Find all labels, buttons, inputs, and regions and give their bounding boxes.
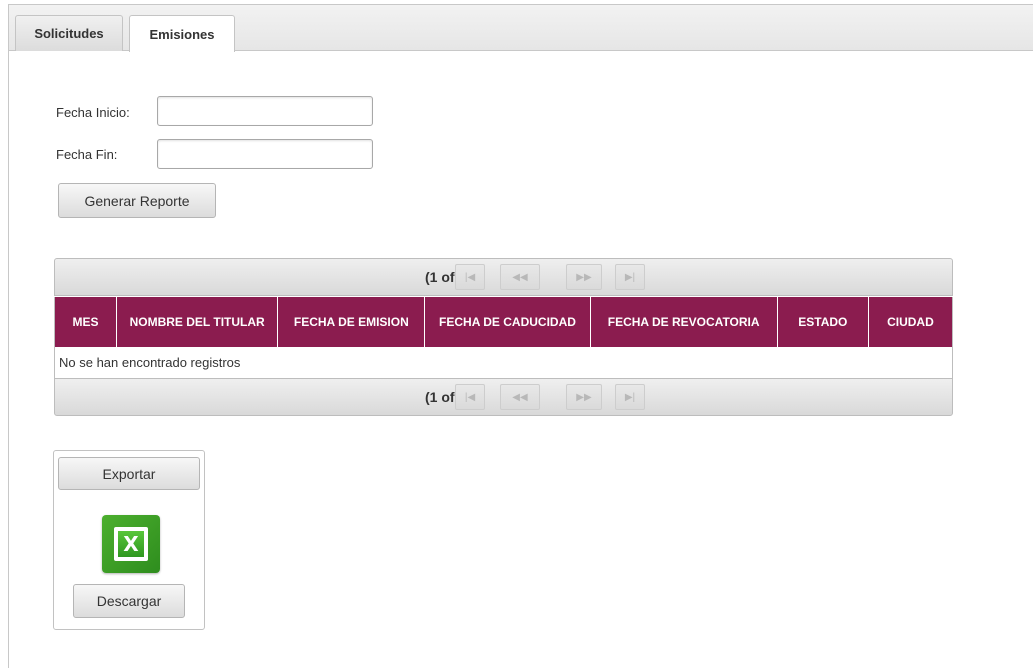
next-page-button[interactable]: ▶▶ — [566, 264, 602, 290]
tab-emisiones[interactable]: Emisiones — [129, 15, 235, 52]
column-header-estado[interactable]: ESTADO — [777, 297, 869, 347]
fecha-fin-label: Fecha Fin: — [56, 147, 118, 162]
excel-icon[interactable]: X — [102, 515, 160, 573]
last-page-button[interactable]: ▶| — [615, 384, 645, 410]
last-page-button[interactable]: ▶| — [615, 264, 645, 290]
paginator-top: (1 of 1) |◀ ◀◀ ▶▶ ▶| — [54, 258, 953, 296]
column-header-fecha-emision[interactable]: FECHA DE EMISION — [277, 297, 426, 347]
fecha-inicio-label: Fecha Inicio: — [56, 105, 130, 120]
generar-reporte-button[interactable]: Generar Reporte — [58, 183, 216, 218]
exportar-header-button[interactable]: Exportar — [58, 457, 200, 490]
column-header-ciudad[interactable]: CIUDAD — [868, 297, 953, 347]
column-header-nombre-titular[interactable]: NOMBRE DEL TITULAR — [116, 297, 279, 347]
next-page-button[interactable]: ▶▶ — [566, 384, 602, 410]
first-page-button[interactable]: |◀ — [455, 384, 485, 410]
column-header-fecha-caducidad[interactable]: FECHA DE CADUCIDAD — [424, 297, 591, 347]
table-header-row: MES NOMBRE DEL TITULAR FECHA DE EMISION … — [54, 297, 953, 347]
column-header-mes[interactable]: MES — [54, 297, 118, 347]
export-panel: Exportar X Descargar — [53, 450, 205, 630]
fecha-fin-input[interactable] — [157, 139, 373, 169]
first-page-button[interactable]: |◀ — [455, 264, 485, 290]
excel-icon-inner: X — [114, 527, 148, 561]
excel-x-glyph: X — [118, 531, 144, 557]
table-row: No se han encontrado registros — [54, 347, 953, 378]
prev-page-button[interactable]: ◀◀ — [500, 264, 540, 290]
paginator-bottom: (1 of 1) |◀ ◀◀ ▶▶ ▶| — [54, 378, 953, 416]
descargar-button[interactable]: Descargar — [73, 584, 185, 618]
column-header-fecha-revocatoria[interactable]: FECHA DE REVOCATORIA — [590, 297, 778, 347]
prev-page-button[interactable]: ◀◀ — [500, 384, 540, 410]
tab-bar: Solicitudes Emisiones — [9, 5, 1033, 52]
emisiones-table: MES NOMBRE DEL TITULAR FECHA DE EMISION … — [54, 297, 953, 378]
tab-solicitudes[interactable]: Solicitudes — [15, 15, 123, 51]
empty-message: No se han encontrado registros — [54, 347, 953, 378]
fecha-inicio-input[interactable] — [157, 96, 373, 126]
